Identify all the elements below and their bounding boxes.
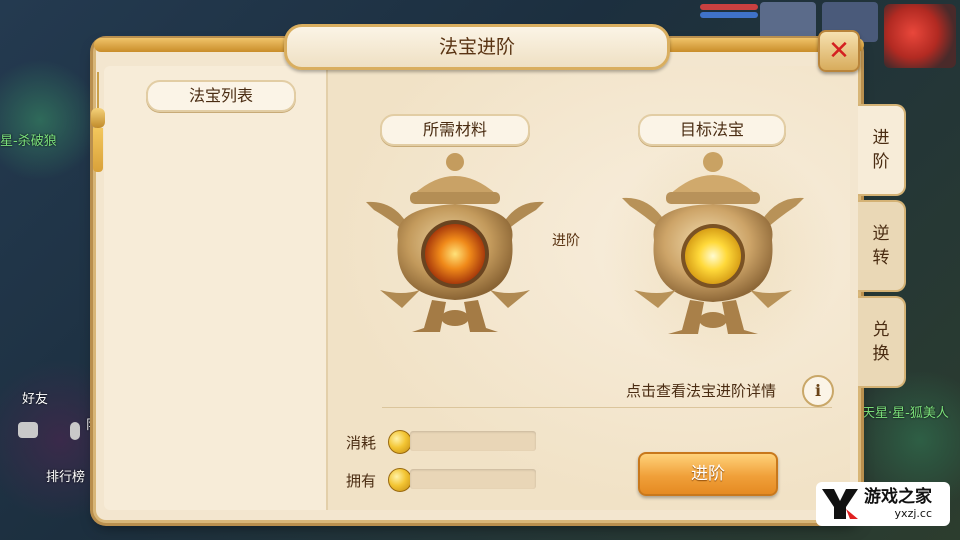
tab-advance-label: 进阶 [872,128,890,172]
material-cauldron-icon[interactable] [362,150,548,350]
dialog-title: 法宝进阶 [438,36,515,58]
tab-advance[interactable]: 进阶 [858,104,906,196]
watermark-name: 游戏之家 [864,487,932,507]
own-label: 拥有 [346,472,377,490]
microphone-icon[interactable] [70,422,80,440]
watermark-url: yxzj.cc [894,507,932,520]
tab-reverse[interactable]: 逆转 [858,200,906,292]
tab-exchange[interactable]: 兑换 [858,296,906,388]
materials-header: 所需材料 [380,114,530,146]
consume-label: 消耗 [346,434,377,452]
treasure-list-panel [104,66,328,510]
watermark: 游戏之家 yxzj.cc [816,482,950,526]
own-amount-field [410,469,536,489]
party-status-bars [700,2,758,24]
consume-amount-field [410,431,536,451]
party-portrait[interactable] [760,2,816,42]
player-name-right: 天星·星-狐美人 [862,406,949,421]
tab-reverse-label: 逆转 [872,224,890,268]
player-name-left: 星-杀破狼 [0,134,57,149]
watermark-logo-icon [820,485,860,523]
rank-button[interactable]: 排行榜 [46,466,85,485]
info-icon[interactable]: i [802,375,834,407]
gold-coin-icon [388,430,412,454]
advance-details-link[interactable]: 点击查看法宝进阶详情 [626,380,776,401]
advance-button[interactable]: 进阶 [638,452,778,496]
title-ornament-left [94,38,294,52]
friend-button[interactable]: 好友 [22,388,48,407]
player-avatar[interactable] [884,4,956,68]
treasure-list-header: 法宝列表 [146,80,296,112]
tab-exchange-label: 兑换 [872,320,890,364]
target-cauldron-icon[interactable] [618,148,808,350]
advance-arrow-label: 进阶 [552,233,580,249]
tassel-decoration [88,72,108,172]
chat-icon[interactable] [18,422,38,438]
gold-coin-icon [388,468,412,492]
close-icon: ✕ [828,36,850,66]
close-button[interactable]: ✕ [818,30,860,72]
divider [382,407,832,408]
